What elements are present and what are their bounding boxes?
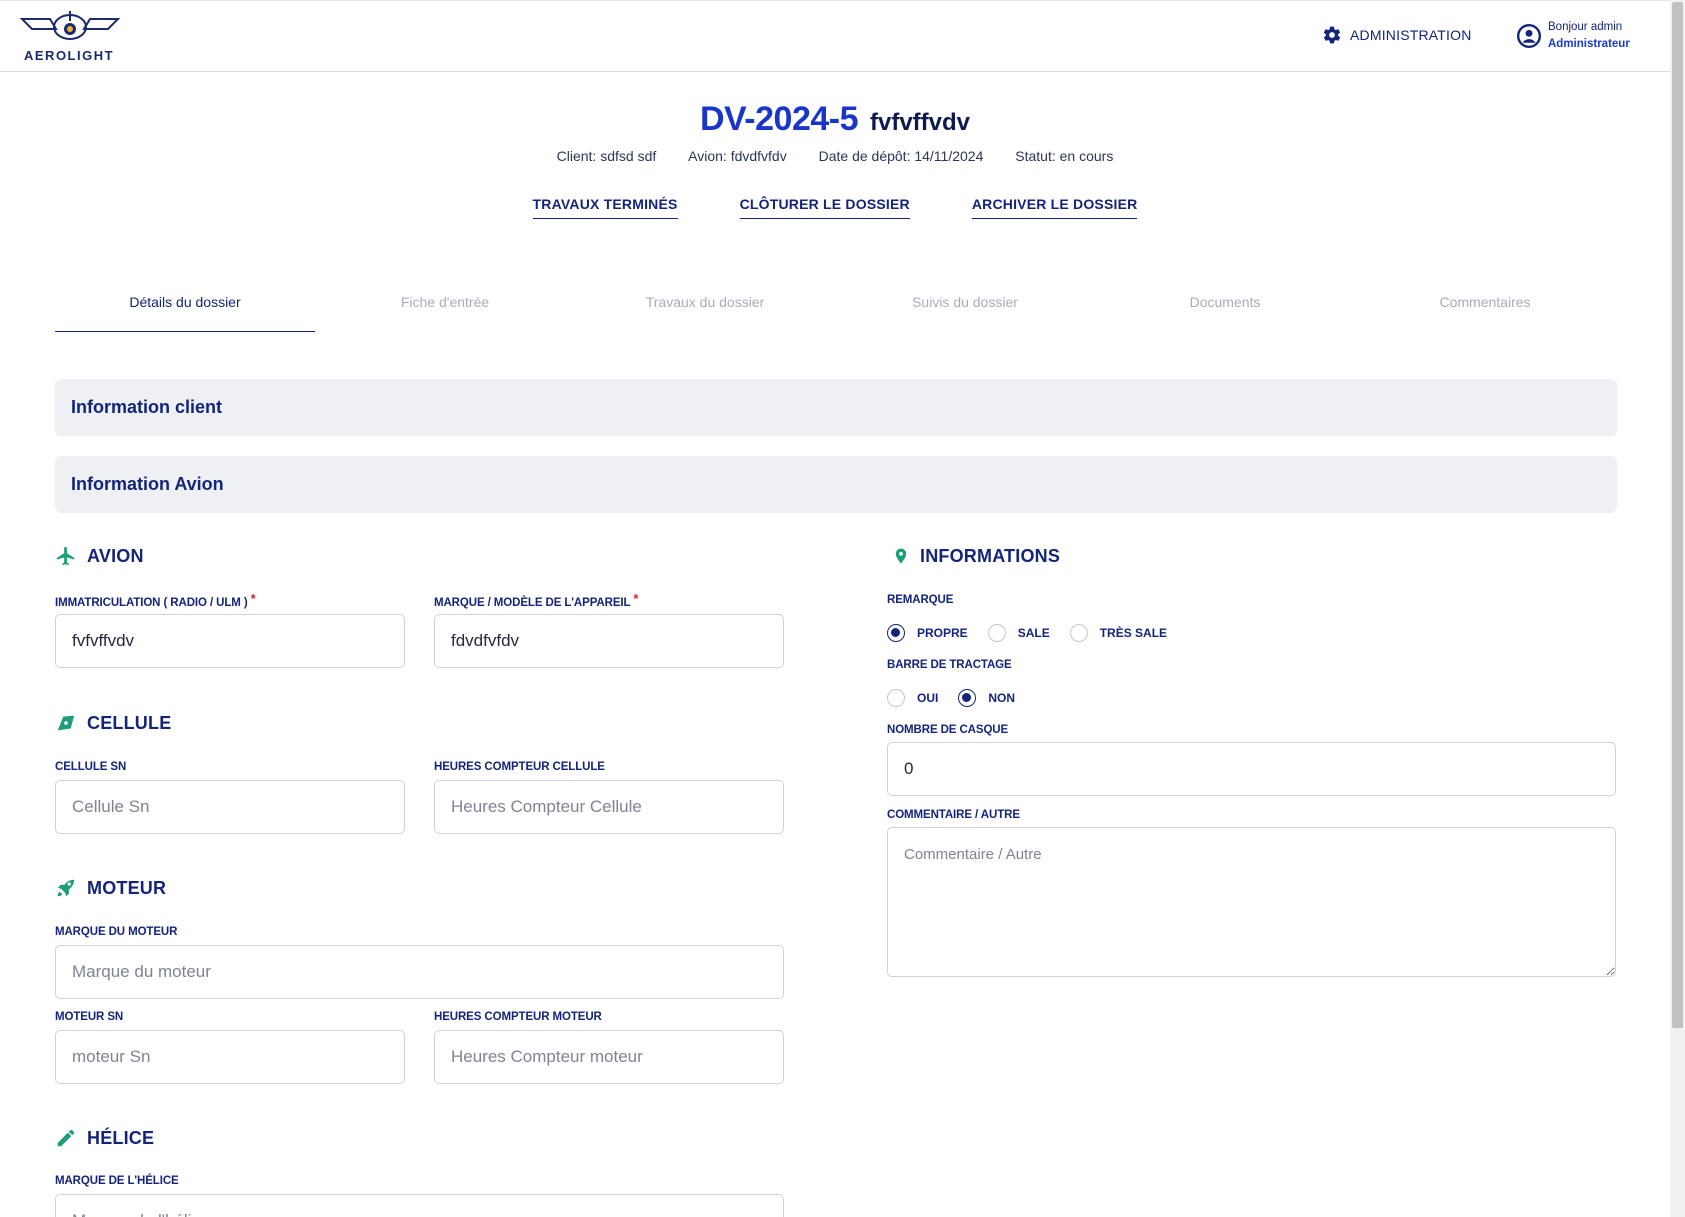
tab-fiche-entree[interactable]: Fiche d'entrée [315,290,575,332]
remarque-sale-radio[interactable]: SALE [987,624,1050,642]
required-mark: * [633,591,639,606]
moteur-sn-input[interactable] [55,1030,405,1084]
heures-moteur-label: HEURES COMPTEUR MOTEUR [434,1011,602,1023]
nombre-casque-label: NOMBRE DE CASQUE [887,724,1009,736]
accordion-information-client[interactable]: Information client [55,379,1617,436]
archiver-dossier-button[interactable]: ARCHIVER LE DOSSIER [971,196,1138,219]
barre-non-radio[interactable]: NON [958,689,1015,707]
commentaire-label: COMMENTAIRE / AUTRE [887,809,1020,821]
section-informations-header: INFORMATIONS [892,545,1060,567]
barre-oui-radio[interactable]: OUI [887,689,938,707]
heures-moteur-input[interactable] [434,1030,784,1084]
cellule-sn-label: CELLULE SN [55,761,127,773]
barre-tractage-label: BARRE DE TRACTAGE [887,659,1012,671]
section-cellule-header: CELLULE [55,712,171,734]
required-mark: * [250,591,256,606]
section-informations-title: INFORMATIONS [920,545,1061,566]
administration-label: ADMINISTRATION [1350,27,1472,43]
marque-moteur-label: MARQUE DU MOTEUR [55,926,178,938]
radio-dot [958,689,977,707]
tab-travaux-dossier[interactable]: Travaux du dossier [575,290,835,332]
top-navbar: AEROLIGHT ADMINISTRATION Bonjour admin A… [0,0,1670,72]
airplane-icon [56,546,75,566]
section-moteur-header: MOTEUR [55,877,166,899]
remarque-radio-group: PROPRE SALE TRÈS SALE [887,624,1187,642]
marque-helice-input[interactable] [55,1194,784,1217]
barre-tractage-radio-group: OUI NON [887,689,1035,707]
tab-documents[interactable]: Documents [1095,290,1355,332]
brand-name: AEROLIGHT [24,48,115,63]
meta-client: Client: sdfsd sdf [556,148,657,164]
immatriculation-input[interactable] [55,614,405,668]
dossier-tabs: Détails du dossier Fiche d'entrée Travau… [55,290,1615,332]
nombre-casque-input[interactable] [887,742,1616,796]
heures-cellule-input[interactable] [434,780,784,834]
cellule-sn-input[interactable] [55,780,405,834]
remarque-label: REMARQUE [887,594,954,606]
user-circle-icon [1516,23,1542,49]
radio-dot [1069,624,1088,642]
user-role: Administrateur [1548,38,1630,50]
aerolight-logo[interactable]: AEROLIGHT [20,7,120,67]
tab-commentaires[interactable]: Commentaires [1355,290,1615,332]
marque-helice-label: MARQUE DE L'HÉLICE [55,1175,179,1187]
section-avion-title: AVION [87,545,144,566]
meta-avion: Avion: fdvdfvfdv [688,148,787,164]
section-avion-header: AVION [55,545,144,567]
tab-details-dossier[interactable]: Détails du dossier [55,290,315,332]
accordion-information-avion[interactable]: Information Avion [55,456,1617,513]
dossier-meta: Client: sdfsd sdf Avion: fdvdfvfdv Date … [0,148,1670,164]
dossier-code: DV-2024-5 [699,100,859,138]
commentaire-textarea[interactable] [887,827,1616,977]
radio-dot [887,624,905,642]
marque-moteur-input[interactable] [55,945,784,999]
dossier-registration: fvfvffvdv [870,109,971,136]
section-helice-header: HÉLICE [55,1127,154,1149]
section-cellule-title: CELLULE [87,712,172,733]
heures-cellule-label: HEURES COMPTEUR CELLULE [434,761,605,773]
remarque-tres-sale-radio[interactable]: TRÈS SALE [1069,624,1167,642]
radio-dot [987,624,1006,642]
immatriculation-label: IMMATRICULATION ( RADIO / ULM ) * [55,591,256,609]
scrollbar-thumb[interactable] [1672,2,1683,1028]
rocket-icon [57,879,75,897]
administration-link[interactable]: ADMINISTRATION [1322,25,1472,45]
moteur-sn-label: MOTEUR SN [55,1011,124,1023]
dossier-actions: TRAVAUX TERMINÉS CLÔTURER LE DOSSIER ARC… [0,196,1670,219]
map-pin-icon [895,548,907,564]
travaux-termines-button[interactable]: TRAVAUX TERMINÉS [532,196,678,219]
tab-suivis-dossier[interactable]: Suivis du dossier [835,290,1095,332]
marque-modele-label: MARQUE / MODÈLE DE L'APPAREIL * [434,591,639,609]
user-menu[interactable]: Bonjour admin Administrateur [1516,19,1630,53]
meta-statut: Statut: en cours [1015,148,1114,164]
pencil-icon [57,1129,75,1147]
remarque-propre-radio[interactable]: PROPRE [887,624,968,642]
airplane-logo-icon [20,11,120,40]
cloturer-dossier-button[interactable]: CLÔTURER LE DOSSIER [739,196,910,219]
dossier-title: DV-2024-5 fvfvffvdv [0,100,1670,139]
page-scrollbar[interactable] [1670,0,1685,1217]
gear-icon [1323,26,1341,44]
section-helice-title: HÉLICE [87,1127,155,1148]
marque-modele-input[interactable] [434,614,784,668]
radio-dot [887,689,905,707]
meta-date-depot: Date de dépôt: 14/11/2024 [818,148,984,164]
user-greeting: Bonjour admin [1548,21,1623,33]
section-moteur-title: MOTEUR [87,877,167,898]
cellule-icon [57,715,75,731]
